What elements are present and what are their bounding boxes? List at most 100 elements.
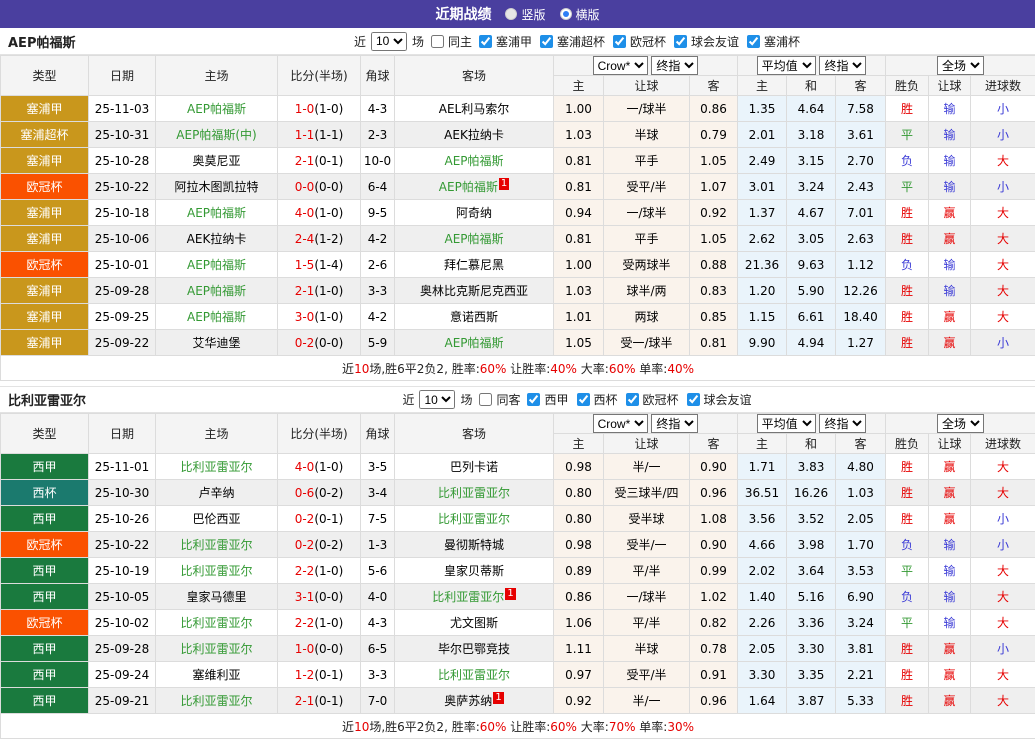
odds-provider-select[interactable]: Crow* [593, 56, 648, 75]
result-wdl-cell: 平 [886, 610, 929, 636]
home-team-cell: 比利亚雷亚尔 [156, 454, 278, 480]
column-header: 角球 [361, 56, 395, 96]
league-checkbox-0[interactable] [527, 393, 540, 406]
halftime-score: (1-0) [314, 310, 343, 324]
handicap-cell: 平/半 [604, 558, 690, 584]
scope-select[interactable]: 全场 [937, 56, 984, 75]
summary-segment: 大率: [577, 362, 609, 376]
games-count-select[interactable]: 10 [419, 390, 455, 409]
corner-cell: 4-3 [361, 96, 395, 122]
handicap-cell: 受半/一 [604, 532, 690, 558]
avg-draw-odds: 4.67 [787, 200, 836, 226]
avg-draw-odds: 4.94 [787, 330, 836, 356]
average-stage-select[interactable]: 终指 [819, 414, 866, 433]
crow-home-odds: 1.00 [554, 252, 604, 278]
league-checkbox-1[interactable] [540, 35, 553, 48]
crow-away-odds: 0.99 [690, 558, 738, 584]
odds-stage-select[interactable]: 终指 [651, 56, 698, 75]
near-label: 近 [354, 33, 366, 50]
away-team-cell: 比利亚雷亚尔1 [395, 584, 554, 610]
league-checkbox-3[interactable] [674, 35, 687, 48]
crow-home-odds: 1.06 [554, 610, 604, 636]
section-header: AEP帕福斯近10场同主塞浦甲塞浦超杯欧冠杯球会友谊塞浦杯 [0, 28, 1035, 55]
league-checkbox-1[interactable] [577, 393, 590, 406]
away-team-cell: 拜仁慕尼黑 [395, 252, 554, 278]
corner-cell: 3-3 [361, 662, 395, 688]
vertical-radio[interactable] [505, 8, 517, 20]
type-cell: 西甲 [1, 584, 89, 610]
result-goals-cell: 小 [971, 174, 1035, 200]
avg-home-odds: 36.51 [738, 480, 787, 506]
team-section: 比利亚雷亚尔近10场同客西甲西杯欧冠杯球会友谊类型日期主场比分(半场)角球客场C… [0, 386, 1035, 739]
result-handicap-cell: 赢 [929, 454, 971, 480]
type-cell: 塞浦甲 [1, 148, 89, 174]
fulltime-score: 2-1 [295, 694, 315, 708]
league-checkbox-label: 球会友谊 [704, 391, 752, 408]
crow-away-odds: 0.85 [690, 304, 738, 330]
score-cell: 1-1(1-1) [278, 122, 361, 148]
type-cell: 塞浦甲 [1, 278, 89, 304]
result-wdl-cell: 胜 [886, 688, 929, 714]
away-team-name: 意诺西斯 [450, 310, 498, 324]
result-wdl-cell: 平 [886, 558, 929, 584]
corner-cell: 5-9 [361, 330, 395, 356]
type-cell: 塞浦甲 [1, 226, 89, 252]
average-select[interactable]: 平均值 [757, 56, 816, 75]
score-cell: 2-2(1-0) [278, 558, 361, 584]
fulltime-score: 0-2 [295, 538, 315, 552]
home-team-name: 奥莫尼亚 [192, 154, 240, 168]
red-card-badge: 1 [499, 178, 509, 190]
odds-stage-select[interactable]: 终指 [651, 414, 698, 433]
halftime-score: (1-1) [314, 128, 343, 142]
avg-home-odds: 1.71 [738, 454, 787, 480]
crow-home-odds: 0.80 [554, 506, 604, 532]
home-team-name: AEP帕福斯(中) [176, 128, 256, 142]
result-handicap-cell: 输 [929, 558, 971, 584]
handicap-cell: 受两球半 [604, 252, 690, 278]
result-goals-cell: 小 [971, 122, 1035, 148]
horizontal-radio[interactable] [560, 8, 572, 20]
summary-segment: 30% [667, 720, 694, 734]
avg-away-odds: 3.53 [836, 558, 886, 584]
halftime-score: (0-0) [314, 642, 343, 656]
result-wdl-cell: 胜 [886, 96, 929, 122]
avg-away-odds: 3.61 [836, 122, 886, 148]
summary-segment: 60% [480, 362, 507, 376]
average-select[interactable]: 平均值 [757, 414, 816, 433]
league-checkbox-4[interactable] [747, 35, 760, 48]
scope-select[interactable]: 全场 [937, 414, 984, 433]
same-venue-checkbox[interactable] [479, 393, 492, 406]
league-checkbox-2[interactable] [613, 35, 626, 48]
score-cell: 2-4(1-2) [278, 226, 361, 252]
avg-home-odds: 1.37 [738, 200, 787, 226]
section-header: 比利亚雷亚尔近10场同客西甲西杯欧冠杯球会友谊 [0, 386, 1035, 413]
avg-draw-odds: 3.98 [787, 532, 836, 558]
league-checkbox-label: 塞浦杯 [764, 33, 800, 50]
sub-column-header: 胜负 [886, 76, 929, 96]
crow-away-odds: 0.78 [690, 636, 738, 662]
avg-draw-odds: 16.26 [787, 480, 836, 506]
corner-cell: 5-6 [361, 558, 395, 584]
summary-segment: 大率: [577, 720, 609, 734]
away-team-name: 比利亚雷亚尔 [432, 590, 504, 604]
type-cell: 塞浦甲 [1, 330, 89, 356]
crow-away-odds: 0.90 [690, 532, 738, 558]
same-venue-checkbox[interactable] [431, 35, 444, 48]
sub-column-header: 客 [690, 76, 738, 96]
table-row: 塞浦甲25-10-18AEP帕福斯4-0(1-0)9-5阿奇纳0.94一/球半0… [1, 200, 1035, 226]
summary-segment: 场,胜6平2负2, 胜率: [369, 720, 479, 734]
avg-away-odds: 5.33 [836, 688, 886, 714]
average-stage-select[interactable]: 终指 [819, 56, 866, 75]
halftime-score: (1-0) [314, 102, 343, 116]
avg-draw-odds: 3.52 [787, 506, 836, 532]
date-cell: 25-09-22 [89, 330, 156, 356]
crow-away-odds: 1.02 [690, 584, 738, 610]
odds-provider-select[interactable]: Crow* [593, 414, 648, 433]
league-checkbox-3[interactable] [687, 393, 700, 406]
avg-away-odds: 1.03 [836, 480, 886, 506]
games-count-select[interactable]: 10 [371, 32, 407, 51]
league-checkbox-0[interactable] [479, 35, 492, 48]
summary-segment: 让胜率: [506, 362, 550, 376]
league-checkbox-2[interactable] [626, 393, 639, 406]
fulltime-score: 0-6 [295, 486, 315, 500]
